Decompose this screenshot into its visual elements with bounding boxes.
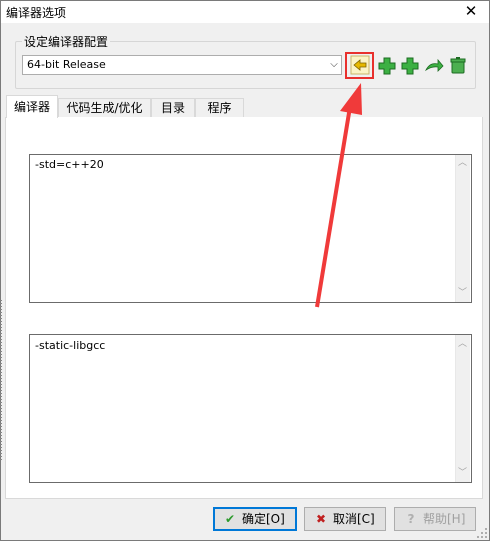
compile-options-textarea[interactable] (29, 154, 472, 303)
tab-compiler[interactable]: 编译器 (6, 95, 58, 118)
tab-programs[interactable]: 程序 (195, 98, 244, 117)
compiler-set-label: 设定编译器配置 (22, 33, 111, 50)
cancel-button[interactable]: ✖ 取消[C] (304, 507, 386, 531)
tab-directories[interactable]: 目录 (151, 98, 195, 117)
annotation-arrow (315, 83, 362, 308)
close-button[interactable]: ✕ (462, 2, 480, 20)
compiler-set-selected: 64-bit Release (27, 58, 106, 71)
background-edge (0, 300, 2, 460)
ok-button-label: 确定[O] (242, 512, 285, 526)
tab-codegen-optimization[interactable]: 代码生成/优化 (58, 98, 151, 117)
redirect-compiler-set-icon[interactable] (424, 56, 444, 76)
scroll-down-icon[interactable]: ﹀ (455, 466, 470, 481)
close-icon: ✖ (315, 512, 327, 526)
window-title: 编译器选项 (6, 6, 67, 20)
scroll-up-icon[interactable]: ︿ (455, 337, 470, 352)
linker-options-textarea[interactable] (29, 334, 472, 483)
scroll-up-icon[interactable]: ︿ (455, 156, 470, 171)
title-bar (1, 1, 489, 23)
linker-options-text: -static-libgcc (35, 339, 106, 352)
linker-options-scrollbar[interactable] (455, 335, 470, 482)
delete-compiler-set-icon[interactable] (448, 55, 468, 75)
help-button[interactable]: ? 帮助[H] (394, 507, 476, 531)
add-empty-compiler-set-icon[interactable] (400, 56, 420, 76)
compile-options-text: -std=c++20 (35, 158, 104, 171)
compile-options-scrollbar[interactable] (455, 155, 470, 302)
resize-grip-icon[interactable] (476, 527, 488, 539)
scroll-down-icon[interactable]: ﹀ (455, 286, 470, 301)
chevron-down-icon[interactable]: ⌵ (327, 56, 341, 74)
help-icon: ? (407, 512, 415, 526)
ok-button[interactable]: ✔ 确定[O] (213, 507, 297, 531)
cancel-button-label: 取消[C] (333, 512, 375, 526)
add-compiler-set-icon[interactable] (377, 56, 397, 76)
help-button-label: 帮助[H] (423, 512, 466, 526)
check-icon: ✔ (224, 512, 236, 526)
